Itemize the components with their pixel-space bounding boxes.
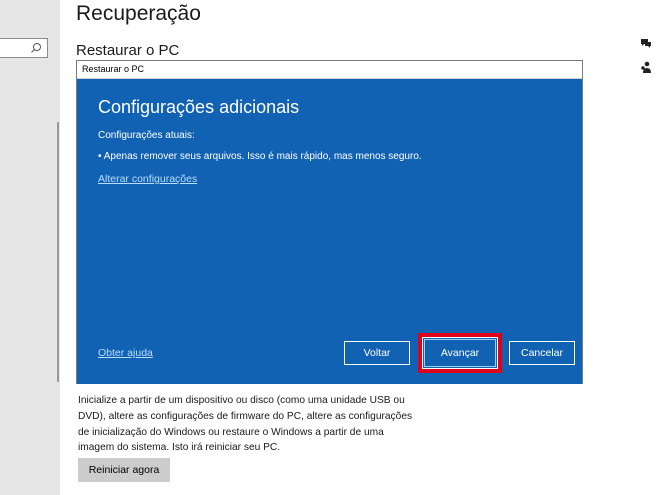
dialog-body: Configurações adicionais Configurações a…	[77, 79, 582, 384]
sidebar-scrollbar[interactable]	[57, 122, 59, 382]
cancel-button[interactable]: Cancelar	[509, 341, 575, 365]
restart-now-button[interactable]: Reiniciar agora	[78, 458, 170, 482]
page-title: Recuperação	[76, 2, 201, 25]
get-help-link[interactable]: Obter ajuda	[98, 347, 153, 359]
dialog-titlebar[interactable]: Restaurar o PC	[77, 61, 582, 79]
person-icon[interactable]	[640, 61, 652, 73]
back-button[interactable]: Voltar	[344, 341, 410, 365]
dialog-heading: Configurações adicionais	[98, 97, 300, 117]
advanced-startup-description: Inicialize a partir de um dispositivo ou…	[78, 395, 413, 454]
search-icon	[31, 43, 41, 53]
dialog-window-title: Restaurar o PC	[82, 64, 145, 74]
settings-sidebar	[0, 0, 60, 495]
next-button[interactable]: Avançar	[422, 337, 498, 369]
current-settings-label: Configurações atuais:	[98, 130, 195, 141]
reset-pc-dialog: Restaurar o PC Configurações adicionais …	[76, 60, 583, 384]
change-settings-link[interactable]: Alterar configurações	[98, 173, 197, 185]
chat-icon[interactable]	[640, 37, 652, 49]
current-settings-item: • Apenas remover seus arquivos. Isso é m…	[98, 151, 422, 162]
next-button-highlight: Avançar	[418, 333, 502, 373]
search-input[interactable]	[0, 38, 48, 58]
section-title: Restaurar o PC	[76, 42, 180, 59]
